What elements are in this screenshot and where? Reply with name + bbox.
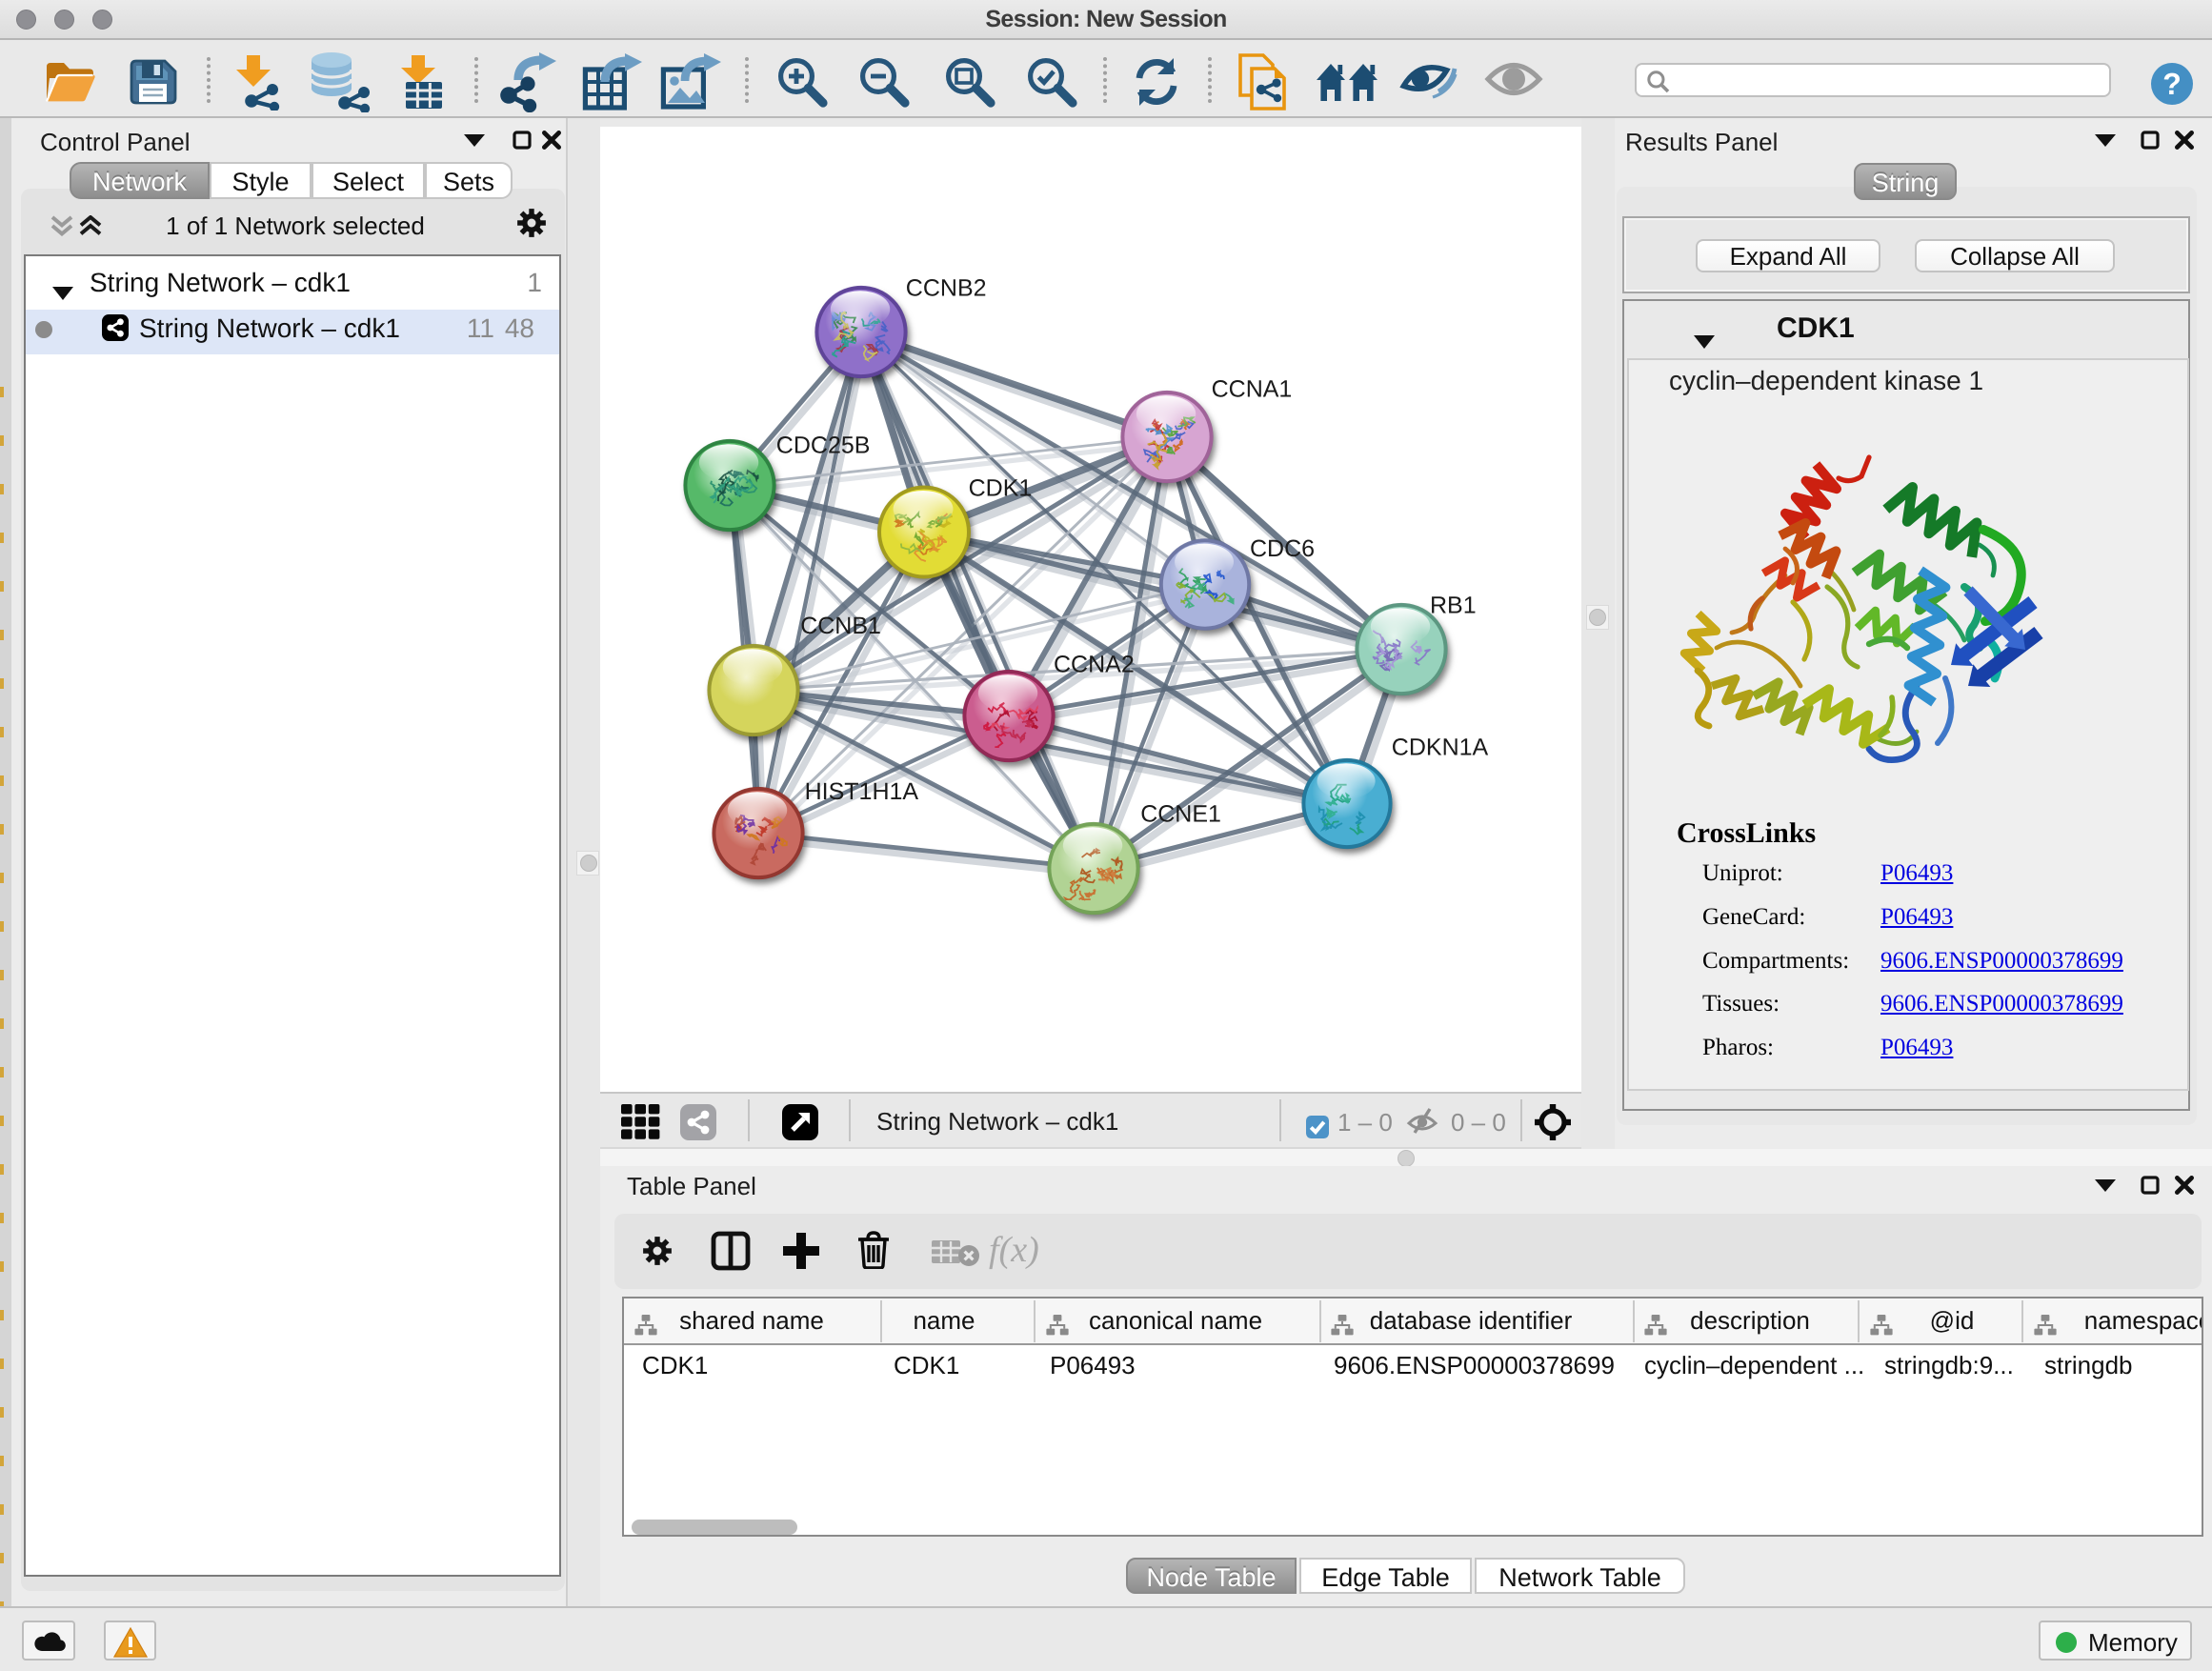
- svg-text:CCNE1: CCNE1: [1140, 801, 1221, 828]
- svg-text:HIST1H1A: HIST1H1A: [805, 778, 920, 805]
- svg-text:CDC6: CDC6: [1250, 535, 1315, 562]
- svg-text:CDKN1A: CDKN1A: [1392, 735, 1490, 761]
- svg-text:?: ?: [2162, 70, 2182, 102]
- svg-text:CCNB1: CCNB1: [800, 613, 881, 639]
- svg-text:CCNB2: CCNB2: [906, 275, 987, 302]
- svg-text:CDK1: CDK1: [969, 475, 1033, 502]
- svg-text:CCNA1: CCNA1: [1212, 376, 1293, 403]
- svg-text:CDC25B: CDC25B: [776, 433, 871, 459]
- svg-text:CCNA2: CCNA2: [1054, 651, 1135, 677]
- svg-text:RB1: RB1: [1430, 593, 1477, 619]
